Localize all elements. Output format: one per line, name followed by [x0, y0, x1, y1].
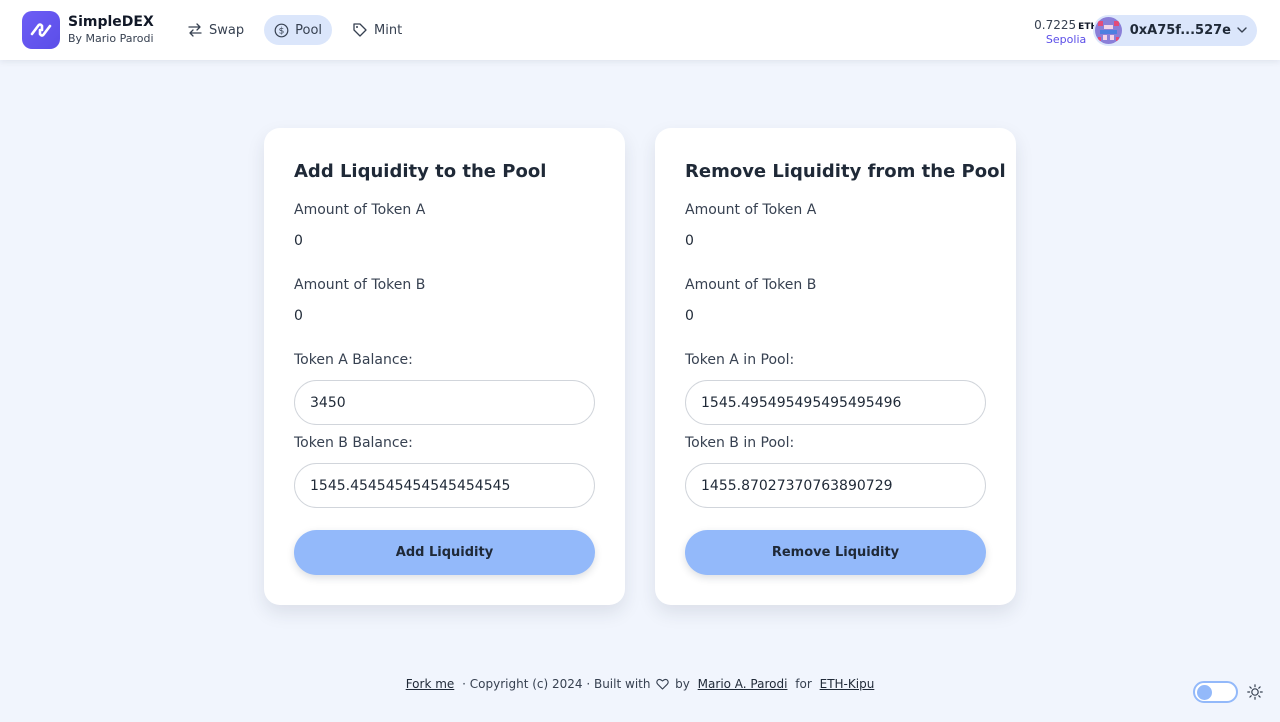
token-a-pool-label: Token A in Pool:	[685, 352, 795, 368]
brand-title: SimpleDEX	[68, 14, 154, 31]
token-b-pool-label: Token B in Pool:	[685, 435, 795, 451]
remove-amount-a-label: Amount of Token A	[685, 202, 817, 218]
wallet-balance: 0.7225 ETH Sepolia	[1034, 14, 1098, 46]
token-b-pool-field[interactable]	[685, 463, 986, 508]
heart-icon	[656, 678, 670, 690]
remove-liquidity-button[interactable]: Remove Liquidity	[685, 530, 986, 575]
eth-kipu-link[interactable]: ETH-Kipu	[820, 677, 875, 691]
footer: Fork me · Copyright (c) 2024 · Built wit…	[0, 677, 1280, 691]
remove-liquidity-card: Remove Liquidity from the Pool Amount of…	[655, 128, 1016, 605]
add-amount-a-value: 0	[294, 233, 303, 249]
main-nav: Swap $ Pool Mint	[177, 15, 422, 45]
add-amount-b-label: Amount of Token B	[294, 277, 426, 293]
account-address: 0xA75f...527e	[1129, 23, 1231, 38]
footer-copyright: Copyright (c) 2024 · Built with	[469, 677, 651, 691]
token-a-balance-label: Token A Balance:	[294, 352, 413, 368]
add-liquidity-title: Add Liquidity to the Pool	[294, 161, 547, 182]
sun-icon	[1247, 684, 1263, 700]
simpledex-logo-icon	[22, 11, 60, 49]
add-amount-b-value: 0	[294, 308, 303, 324]
fork-me-link[interactable]: Fork me	[406, 677, 455, 691]
remove-amount-b-value: 0	[685, 308, 694, 324]
nav-swap-label: Swap	[209, 22, 245, 38]
remove-amount-a-value: 0	[685, 233, 694, 249]
top-navbar: SimpleDEX By Mario Parodi Swap $ Pool Mi…	[0, 0, 1280, 60]
remove-liquidity-title: Remove Liquidity from the Pool	[685, 161, 1006, 182]
add-amount-a-label: Amount of Token A	[294, 202, 426, 218]
network-name: Sepolia	[1045, 33, 1087, 47]
avatar	[1094, 17, 1122, 44]
remove-amount-b-label: Amount of Token B	[685, 277, 817, 293]
footer-for: for	[795, 677, 812, 691]
account-button[interactable]: 0xA75f...527e	[1092, 15, 1257, 46]
nav-pool[interactable]: $ Pool	[264, 15, 333, 45]
footer-by: by	[675, 677, 690, 691]
balance-amount: 0.7225	[1034, 18, 1077, 32]
footer-separator: ·	[462, 677, 466, 691]
brand-subtitle: By Mario Parodi	[68, 31, 154, 45]
token-a-pool-field[interactable]	[685, 380, 986, 425]
author-link[interactable]: Mario A. Parodi	[698, 677, 788, 691]
token-b-balance-field[interactable]	[294, 463, 595, 508]
add-liquidity-card: Add Liquidity to the Pool Amount of Toke…	[264, 128, 625, 605]
add-liquidity-button[interactable]: Add Liquidity	[294, 530, 595, 575]
brand[interactable]: SimpleDEX By Mario Parodi	[22, 11, 154, 49]
theme-toggle[interactable]	[1193, 681, 1238, 703]
svg-text:$: $	[279, 26, 285, 36]
theme-toggle-knob	[1197, 685, 1212, 700]
nav-mint[interactable]: Mint	[342, 15, 412, 45]
chevron-down-icon	[1237, 27, 1247, 33]
token-b-balance-label: Token B Balance:	[294, 435, 413, 451]
nav-pool-label: Pool	[295, 22, 323, 38]
swap-arrows-icon	[188, 23, 202, 37]
nav-mint-label: Mint	[374, 22, 403, 38]
token-a-balance-field[interactable]	[294, 380, 595, 425]
dollar-coin-icon: $	[274, 23, 289, 37]
tag-icon	[353, 23, 367, 37]
nav-swap[interactable]: Swap	[177, 15, 254, 45]
